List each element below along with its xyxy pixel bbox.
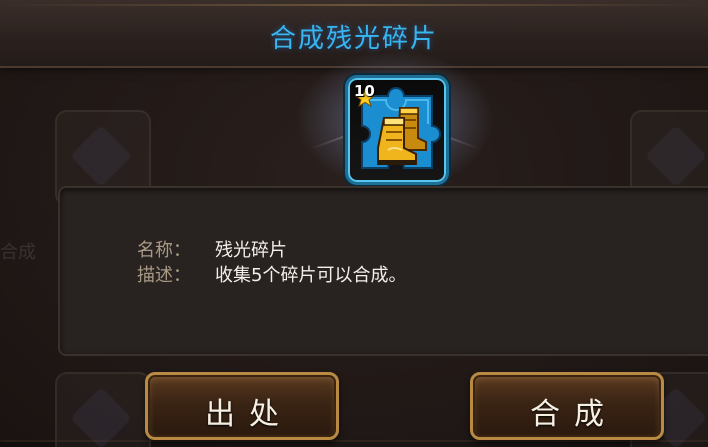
source-button[interactable]: 出处 [145,372,339,440]
item-name-label: 名称： [137,240,191,261]
item-desc-row: 描述： 收集5个碎片可以合成。 [137,261,406,287]
game-screen: 合成 15 合成残光碎片 10 [0,0,708,447]
background-label: 合成 [0,242,36,263]
combine-button-label: 合成 [530,397,618,432]
source-button-label: 出处 [205,397,293,432]
item-level-badge: 10 [354,82,375,100]
item-name-value: 残光碎片 [215,240,287,261]
background-slot [55,372,151,447]
item-desc-label: 描述： [137,265,191,286]
item-icon-frame[interactable]: 10 [345,75,449,185]
combine-button[interactable]: 合成 [470,372,664,440]
item-name-row: 名称： 残光碎片 [137,236,287,262]
item-desc-value: 收集5个碎片可以合成。 [215,265,407,286]
